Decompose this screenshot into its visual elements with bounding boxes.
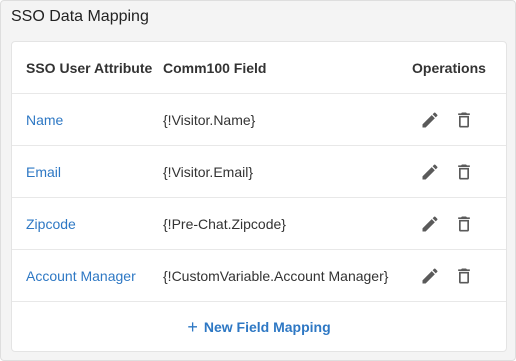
header-comm100-field: Comm100 Field: [163, 60, 267, 76]
plus-icon: +: [187, 317, 198, 337]
new-field-mapping-button[interactable]: + New Field Mapping: [12, 302, 506, 352]
field-value: {!CustomVariable.Account Manager}: [163, 268, 389, 284]
table-row: Zipcode {!Pre-Chat.Zipcode}: [12, 198, 506, 250]
attribute-link[interactable]: Email: [26, 146, 61, 198]
pencil-icon[interactable]: [418, 160, 442, 184]
table-row: Account Manager {!CustomVariable.Account…: [12, 250, 506, 302]
header-sso-user-attribute: SSO User Attribute: [26, 60, 153, 76]
row-operations: [418, 250, 476, 302]
trash-icon[interactable]: [452, 264, 476, 288]
field-value: {!Visitor.Name}: [163, 112, 256, 128]
row-operations: [418, 94, 476, 146]
new-field-mapping-label: New Field Mapping: [203, 319, 331, 335]
field-value: {!Visitor.Email}: [163, 164, 254, 180]
mapping-table: SSO User Attribute Comm100 Field Operati…: [11, 41, 507, 352]
pencil-icon[interactable]: [418, 212, 442, 236]
trash-icon[interactable]: [452, 160, 476, 184]
field-value: {!Pre-Chat.Zipcode}: [163, 216, 286, 232]
sso-data-mapping-panel: SSO Data Mapping SSO User Attribute Comm…: [0, 0, 516, 361]
pencil-icon[interactable]: [418, 264, 442, 288]
table-header-row: SSO User Attribute Comm100 Field Operati…: [12, 42, 506, 94]
panel-title: SSO Data Mapping: [11, 8, 149, 25]
attribute-link[interactable]: Name: [26, 94, 63, 146]
row-operations: [418, 198, 476, 250]
pencil-icon[interactable]: [418, 108, 442, 132]
trash-icon[interactable]: [452, 108, 476, 132]
row-operations: [418, 146, 476, 198]
table-row: Email {!Visitor.Email}: [12, 146, 506, 198]
trash-icon[interactable]: [452, 212, 476, 236]
table-row: Name {!Visitor.Name}: [12, 94, 506, 146]
attribute-link[interactable]: Zipcode: [26, 198, 76, 250]
attribute-link[interactable]: Account Manager: [26, 250, 136, 302]
header-operations: Operations: [412, 60, 486, 76]
